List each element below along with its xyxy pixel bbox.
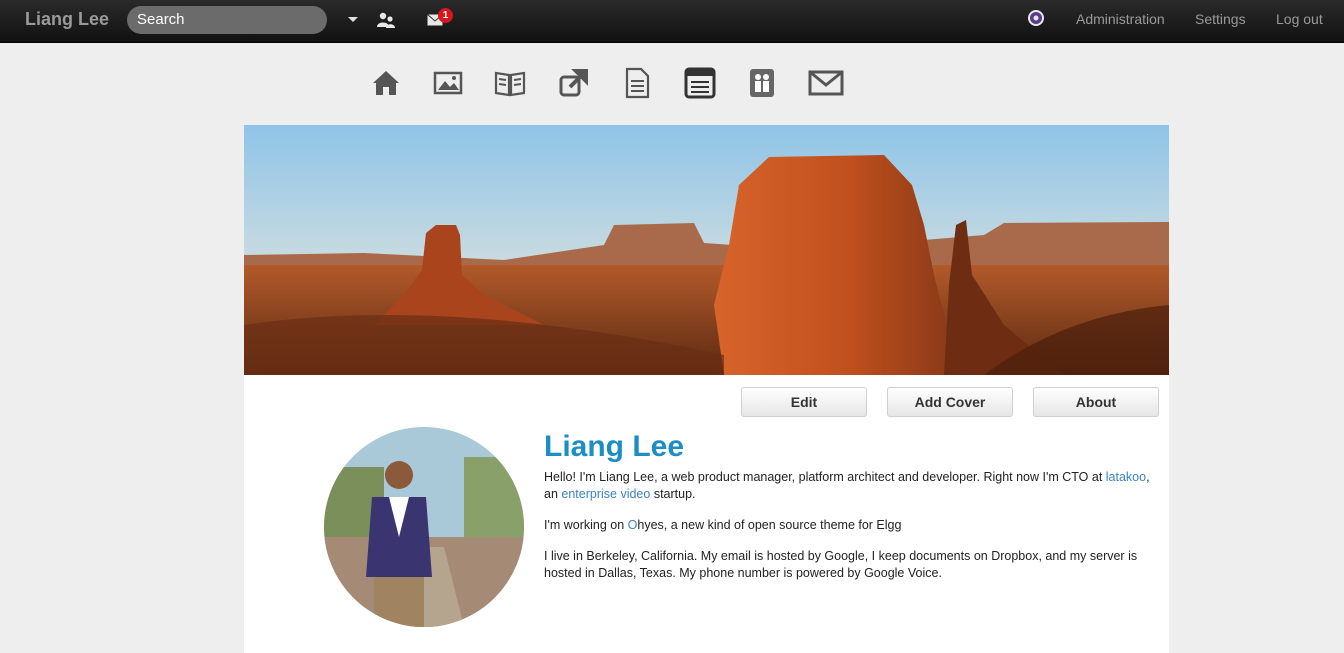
site-brand[interactable]: Liang Lee: [25, 9, 109, 30]
mail-count-badge[interactable]: 1: [438, 8, 453, 23]
elgg-logo-icon[interactable]: [1027, 9, 1045, 32]
friends-icon[interactable]: [376, 11, 396, 34]
bio-paragraph: I live in Berkeley, California. My email…: [544, 549, 1138, 580]
files-icon[interactable]: [623, 67, 651, 104]
bio-text: hyes, a new kind of open source theme fo…: [637, 518, 902, 532]
groups-icon[interactable]: [748, 67, 776, 104]
profile-name: Liang Lee: [544, 430, 685, 463]
bio-text: Hello! I'm Liang Lee, a web product mana…: [544, 470, 1106, 484]
pages-icon[interactable]: [684, 67, 716, 104]
cover-image: [244, 125, 1169, 375]
bookmarks-icon[interactable]: [558, 67, 590, 104]
bio-paragraph: I'm working on Ohyes, a new kind of open…: [544, 517, 1156, 534]
chevron-down-icon[interactable]: [348, 17, 358, 22]
photos-icon[interactable]: [433, 67, 463, 104]
bio-text: I'm working on: [544, 518, 628, 532]
settings-link[interactable]: Settings: [1195, 11, 1246, 27]
search-input[interactable]: [127, 6, 327, 34]
bio-paragraph: Hello! I'm Liang Lee, a web product mana…: [544, 469, 1156, 503]
topbar: Liang Lee 1 Administration Settings Log …: [0, 0, 1344, 43]
blog-icon[interactable]: [494, 67, 526, 104]
add-cover-button[interactable]: Add Cover: [887, 387, 1013, 417]
latakoo-link[interactable]: latakoo: [1106, 470, 1146, 484]
administration-link[interactable]: Administration: [1076, 11, 1165, 27]
profile-panel: Edit Add Cover About Liang Lee Hello! I'…: [244, 125, 1169, 653]
bio-text: startup.: [650, 487, 696, 501]
home-icon[interactable]: [370, 67, 402, 104]
avatar[interactable]: [324, 427, 524, 627]
edit-button[interactable]: Edit: [741, 387, 867, 417]
logout-link[interactable]: Log out: [1276, 11, 1323, 27]
enterprise-video-link[interactable]: enterprise video: [561, 487, 650, 501]
about-button[interactable]: About: [1033, 387, 1159, 417]
ohyes-link[interactable]: O: [628, 518, 638, 532]
profile-bio: Hello! I'm Liang Lee, a web product mana…: [544, 469, 1156, 596]
messages-icon[interactable]: [808, 67, 844, 104]
